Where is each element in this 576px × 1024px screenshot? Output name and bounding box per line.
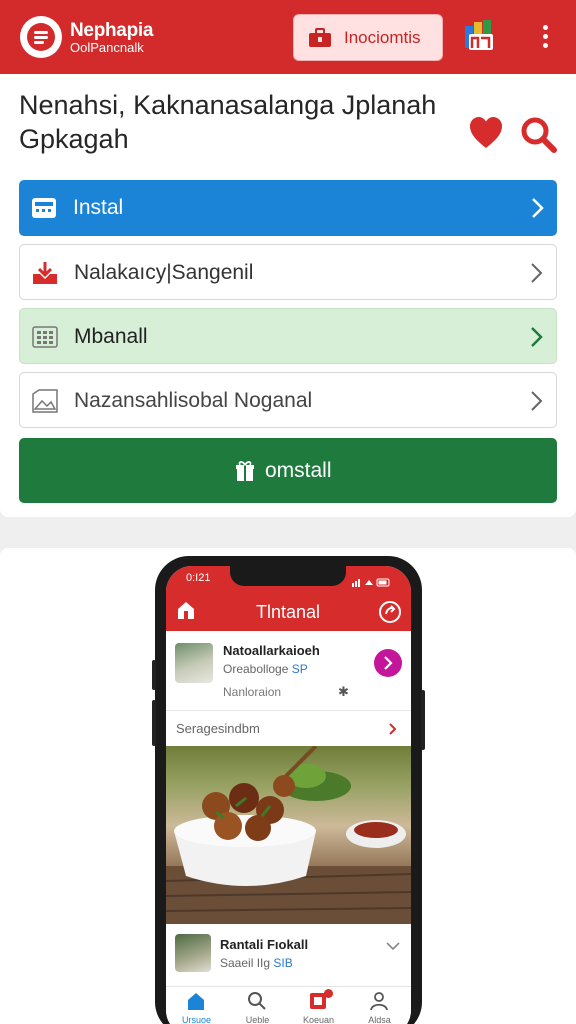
share-icon[interactable]	[378, 600, 402, 624]
image-icon	[32, 389, 58, 413]
tab-grid[interactable]: Koeuan	[288, 987, 349, 1024]
grid-icon	[32, 325, 58, 349]
row-mbanall[interactable]: Mbanall	[19, 308, 557, 364]
thumbnail	[175, 643, 213, 683]
phone-screen: 0:I21 Tlntanal Natoallarkaioeh Oreabollo…	[166, 566, 411, 1024]
person-icon	[370, 992, 388, 1011]
briefcase-icon	[308, 27, 332, 48]
row-label: Nalakaıcy|Sangenil	[74, 261, 254, 284]
row-instal[interactable]: Instal	[19, 180, 557, 236]
install-button[interactable]: omstall	[19, 438, 557, 503]
row-label: Mbanall	[74, 325, 148, 348]
chevron-down-icon[interactable]	[386, 938, 400, 951]
food-photo	[166, 746, 411, 924]
page-title: Nenahsi, Kaknanasalanga Jplanah Gpkagah	[19, 90, 437, 154]
top-action-button[interactable]: Inociomtis	[293, 14, 443, 61]
item-meta: Nanloraion	[223, 685, 282, 699]
search-icon	[248, 992, 266, 1010]
thumbnail	[175, 934, 211, 972]
tab-label: Koeuan	[302, 1015, 335, 1024]
link-text: Seragesindbm	[176, 721, 260, 736]
notification-dot	[324, 989, 333, 998]
tab-home[interactable]: Ursuoe	[166, 987, 227, 1024]
chevron-right-icon	[528, 326, 544, 348]
download-icon	[32, 261, 58, 285]
phone-title: Tlntanal	[256, 602, 321, 622]
item-title: Natoallarkaioeh	[223, 643, 320, 658]
item-title: Rantali Fıokall	[220, 937, 309, 952]
search-icon[interactable]	[519, 115, 557, 153]
install-label: omstall	[265, 459, 332, 482]
app-badge-icon[interactable]	[463, 18, 497, 54]
app-bar: Nephapia OolPancnalk Inociomtis	[0, 0, 576, 74]
row-label: Nazansahlisobal Noganal	[74, 389, 313, 412]
kebab-menu-icon[interactable]	[535, 25, 555, 51]
status-icons	[352, 574, 392, 587]
row-nalakaicy[interactable]: Nalakaıcy|Sangenil	[19, 244, 557, 300]
list-item[interactable]: Natoallarkaioeh Oreabolloge SP Nanloraio…	[166, 631, 411, 711]
bottom-tab-bar: Ursuoe Ueble Koeuan Aldsa	[166, 986, 411, 1024]
home-icon	[188, 993, 204, 1010]
gift-icon	[235, 460, 255, 482]
tab-search[interactable]: Ueble	[227, 987, 288, 1024]
home-icon[interactable]	[176, 600, 196, 620]
row-nazansahlisobal[interactable]: Nazansahlisobal Noganal	[19, 372, 557, 428]
phone-notch	[230, 566, 346, 586]
tab-label: Ursuoe	[181, 1015, 211, 1024]
tab-profile[interactable]: Aldsa	[349, 987, 410, 1024]
go-button[interactable]	[374, 649, 402, 677]
brand-name: Nephapia	[70, 20, 154, 41]
calendar-icon	[31, 196, 57, 220]
status-time: 0:I21	[186, 572, 211, 584]
chevron-right-icon	[528, 390, 544, 412]
heart-icon[interactable]	[468, 116, 504, 150]
asterisk-icon: ✱	[338, 684, 349, 699]
item-subtitle: Saaeil IIg SIB	[220, 956, 293, 970]
list-item[interactable]: Rantali Fıokall Saaeil IIg SIB	[166, 924, 411, 984]
see-more-link[interactable]: Seragesindbm	[166, 712, 411, 746]
item-subtitle: Oreabolloge SP	[223, 662, 308, 676]
chevron-right-icon	[529, 197, 545, 219]
row-label: Instal	[73, 196, 124, 219]
tab-label: Aldsa	[368, 1015, 391, 1024]
top-action-label: Inociomtis	[344, 27, 421, 47]
chevron-right-icon	[388, 722, 397, 736]
logo-icon[interactable]	[20, 16, 62, 58]
tab-label: Ueble	[245, 1015, 270, 1024]
chevron-right-icon	[528, 262, 544, 284]
brand-subtitle: OolPancnalk	[70, 40, 144, 55]
